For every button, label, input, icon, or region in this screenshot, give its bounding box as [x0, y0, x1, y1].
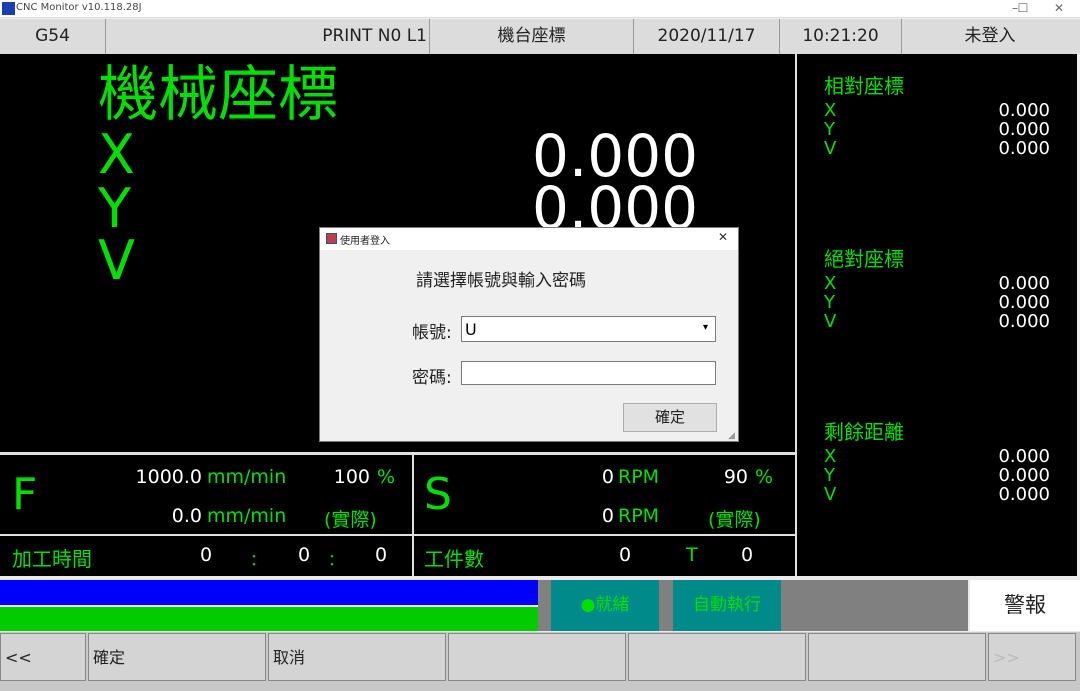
absolute-x-label: X [824, 273, 837, 294]
relative-y-value: 0.000 [998, 119, 1050, 140]
relative-v-label: V [824, 138, 837, 159]
absolute-y-value: 0.000 [998, 292, 1050, 313]
spindle-actual-label: (實際) [708, 509, 761, 531]
absolute-v-value: 0.000 [998, 311, 1050, 332]
account-select[interactable]: U ▾ [461, 316, 716, 342]
axis-y-label: Y [98, 177, 131, 240]
fkey-empty-1[interactable] [448, 633, 626, 681]
date-display: 2020/11/17 [634, 19, 780, 54]
main-title: 機械座標 [98, 60, 338, 130]
auto-run-indicator: 自動執行 [673, 580, 781, 631]
maximize-button[interactable]: ☐ [1008, 0, 1038, 18]
dialog-app-icon [326, 233, 337, 244]
remaining-v-label: V [824, 484, 837, 505]
feed-actual-value: 0.0 [171, 505, 202, 527]
chevron-down-icon: ▾ [703, 322, 709, 333]
machining-time-hours: 0 [200, 544, 213, 566]
relative-axes: X Y V [824, 101, 844, 158]
app-icon [2, 2, 15, 15]
ok-button[interactable]: 確定 [623, 403, 717, 432]
remaining-y-label: Y [824, 465, 835, 486]
remaining-title: 剩餘距離 [824, 420, 904, 444]
tool-label: T [686, 544, 698, 566]
ready-indicator: ●就緒 [551, 580, 659, 631]
display-mode: 機台座標 [430, 19, 634, 54]
relative-values: 0.000 0.000 0.000 [950, 101, 1050, 158]
spindle-actual-value: 0 [601, 505, 614, 527]
machining-time-seconds: 0 [375, 544, 388, 566]
absolute-values: 0.000 0.000 0.000 [950, 274, 1050, 331]
time-display: 10:21:20 [780, 19, 902, 54]
spindle-unit: RPM [618, 466, 660, 488]
window-title: CNC Monitor v10.118.28J [16, 2, 142, 13]
remaining-x-label: X [824, 446, 837, 467]
dialog-title: 使用者登入 [340, 236, 390, 247]
login-dialog: 使用者登入 ✕ 請選擇帳號與輸入密碼 帳號: U ▾ 密碼: 確定 ◢ [319, 227, 739, 442]
remaining-x-value: 0.000 [998, 446, 1050, 467]
feed-label: F [12, 469, 38, 520]
absolute-y-label: Y [824, 292, 835, 313]
feed-actual-label: (實際) [324, 509, 377, 531]
dialog-close-button[interactable]: ✕ [718, 230, 728, 244]
feed-override-value: 100 [333, 466, 370, 488]
feed-command-value: 1000.0 [135, 466, 202, 488]
absolute-v-label: V [824, 311, 837, 332]
close-window-button[interactable]: ✕ [1044, 0, 1074, 18]
absolute-axes: X Y V [824, 274, 844, 331]
relative-y-label: Y [824, 119, 835, 140]
account-label: 帳號: [412, 323, 452, 343]
feed-actual-unit: mm/min [207, 505, 287, 527]
fkey-confirm[interactable]: 確定 [88, 633, 266, 681]
spindle-label: S [424, 469, 452, 520]
machining-time-label: 加工時間 [12, 547, 92, 571]
time-separator: ： [250, 550, 267, 569]
user-status: 未登入 [964, 26, 1016, 46]
remaining-axes: X Y V [824, 447, 844, 504]
window-titlebar: CNC Monitor v10.118.28J – ☐ ✕ [0, 0, 1080, 18]
workpiece-label: 工件數 [424, 547, 484, 571]
progress-bar-green [0, 607, 538, 631]
absolute-x-value: 0.000 [998, 273, 1050, 294]
relative-x-label: X [824, 100, 837, 121]
password-field[interactable] [461, 361, 716, 385]
spindle-command-value: 0 [601, 466, 614, 488]
fkey-next-page[interactable]: >> [988, 633, 1076, 681]
feed-unit: mm/min [207, 466, 287, 488]
coord-system: G54 [0, 19, 106, 54]
account-selected-value: U [465, 320, 477, 339]
feed-percent-sign: % [377, 466, 396, 488]
tool-value: 0 [741, 544, 754, 566]
time-separator: ： [328, 550, 345, 569]
fkey-prev-page[interactable]: << [0, 633, 86, 681]
relative-title: 相對座標 [824, 74, 904, 98]
program-status: PRINT N0 L1 [106, 19, 430, 54]
password-label: 密碼: [412, 368, 452, 388]
fkey-cancel[interactable]: 取消 [268, 633, 446, 681]
fkey-empty-3[interactable] [808, 633, 986, 681]
side-divider [795, 54, 797, 576]
remaining-y-value: 0.000 [998, 465, 1050, 486]
resize-grip-icon[interactable]: ◢ [728, 431, 735, 441]
progress-bar-blue [0, 580, 538, 605]
spindle-override-value: 90 [723, 466, 748, 488]
relative-x-value: 0.000 [998, 100, 1050, 121]
dialog-prompt: 請選擇帳號與輸入密碼 [416, 271, 586, 291]
alarm-button[interactable]: 警報 [970, 580, 1080, 631]
workpiece-count: 0 [619, 544, 632, 566]
remaining-v-value: 0.000 [998, 484, 1050, 505]
axis-v-label: V [98, 229, 135, 292]
dialog-titlebar: 使用者登入 ✕ [320, 228, 738, 250]
machining-time-minutes: 0 [298, 544, 311, 566]
progress-track-blue [0, 580, 538, 605]
remaining-values: 0.000 0.000 0.000 [950, 447, 1050, 504]
spindle-percent-sign: % [755, 466, 774, 488]
axis-x-label: X [98, 123, 135, 186]
absolute-title: 絕對座標 [824, 247, 904, 271]
spindle-actual-unit: RPM [618, 505, 660, 527]
relative-v-value: 0.000 [998, 138, 1050, 159]
progress-track-green [0, 607, 538, 631]
fkey-empty-2[interactable] [628, 633, 806, 681]
